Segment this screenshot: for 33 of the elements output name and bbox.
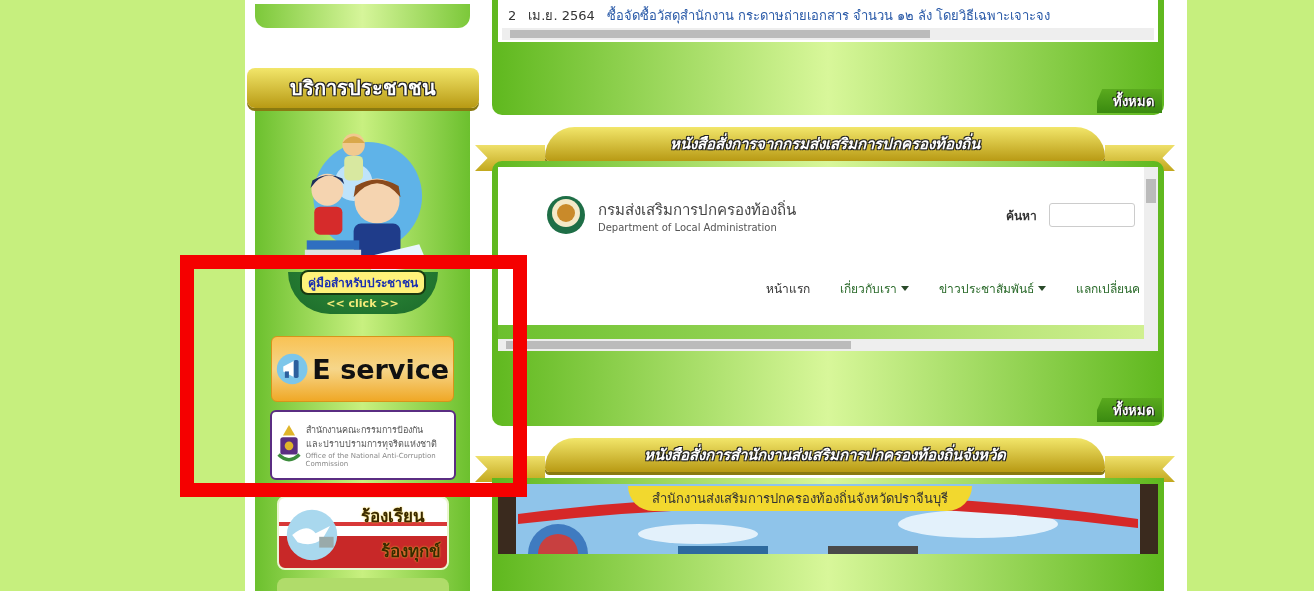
- complaint-label: ร้องทุกข์: [380, 540, 441, 564]
- search-label: ค้นหา: [1006, 207, 1037, 225]
- all-button[interactable]: ทั้งหมด: [1097, 89, 1162, 113]
- nacc-name: และปราบปรามการทุจริตแห่งชาติ: [305, 437, 438, 451]
- guide-label[interactable]: คู่มือสำหรับประชาชน: [299, 270, 426, 295]
- nav-link[interactable]: ข่าวประชาสัมพันธ์: [939, 279, 1046, 298]
- click-label[interactable]: << click >>: [326, 297, 399, 310]
- caret-icon: [901, 286, 909, 291]
- banner-title: สำนักงานส่งเสริมการปกครองท้องถิ่นจังหวัดปราจีนบุรี: [628, 486, 972, 511]
- e-service-button[interactable]: E service: [271, 336, 454, 402]
- section-title: หนังสือสั่งการจากกรมส่งเสริมการปกครองท้องถิ่น: [670, 132, 980, 155]
- emblem-icon: [546, 195, 586, 235]
- section-title: หนังสือสั่งการสำนักงานส่งเสริมการปกครองท้องถิ่นจังหวัด: [644, 443, 1006, 466]
- scrollbar[interactable]: [502, 28, 1154, 40]
- row-number: 2: [508, 7, 517, 23]
- nav-link[interactable]: หน้าแรก: [766, 279, 810, 298]
- row-date: เม.ย. 2564: [528, 6, 595, 25]
- search-field[interactable]: [1049, 203, 1135, 227]
- nav-link[interactable]: แลกเปลี่ยนค: [1076, 279, 1140, 298]
- complaint-label: ร้องเรียน: [360, 505, 425, 528]
- site-english-name: Department of Local Administration: [598, 221, 778, 233]
- nacc-name: สำนักงานคณะกรรมการป้องกัน: [305, 423, 424, 437]
- bird-icon: [284, 508, 339, 562]
- site-name: กรมส่งเสริมการปกครองท้องถิ่น: [598, 199, 797, 221]
- sidebar-title: บริการประชาชน: [289, 75, 436, 102]
- news-link[interactable]: ซื้อจัดซื้อวัสดุสำนักงาน กระดาษถ่ายเอกสาร จำนวน ๑๒ ลัง โดยวิธีเฉพาะเจาะจง: [606, 4, 1051, 26]
- scrollbar[interactable]: [1144, 167, 1158, 339]
- scrollbar[interactable]: [498, 339, 1158, 351]
- guide-badge[interactable]: คู่มือสำหรับประชาชน << click >>: [287, 272, 438, 314]
- caret-icon: [1038, 286, 1046, 291]
- complaint-card[interactable]: ร้องเรียน ร้องทุกข์: [276, 496, 449, 570]
- all-button[interactable]: ทั้งหมด: [1097, 398, 1162, 422]
- nav-link[interactable]: เกี่ยวกับเรา: [840, 279, 909, 298]
